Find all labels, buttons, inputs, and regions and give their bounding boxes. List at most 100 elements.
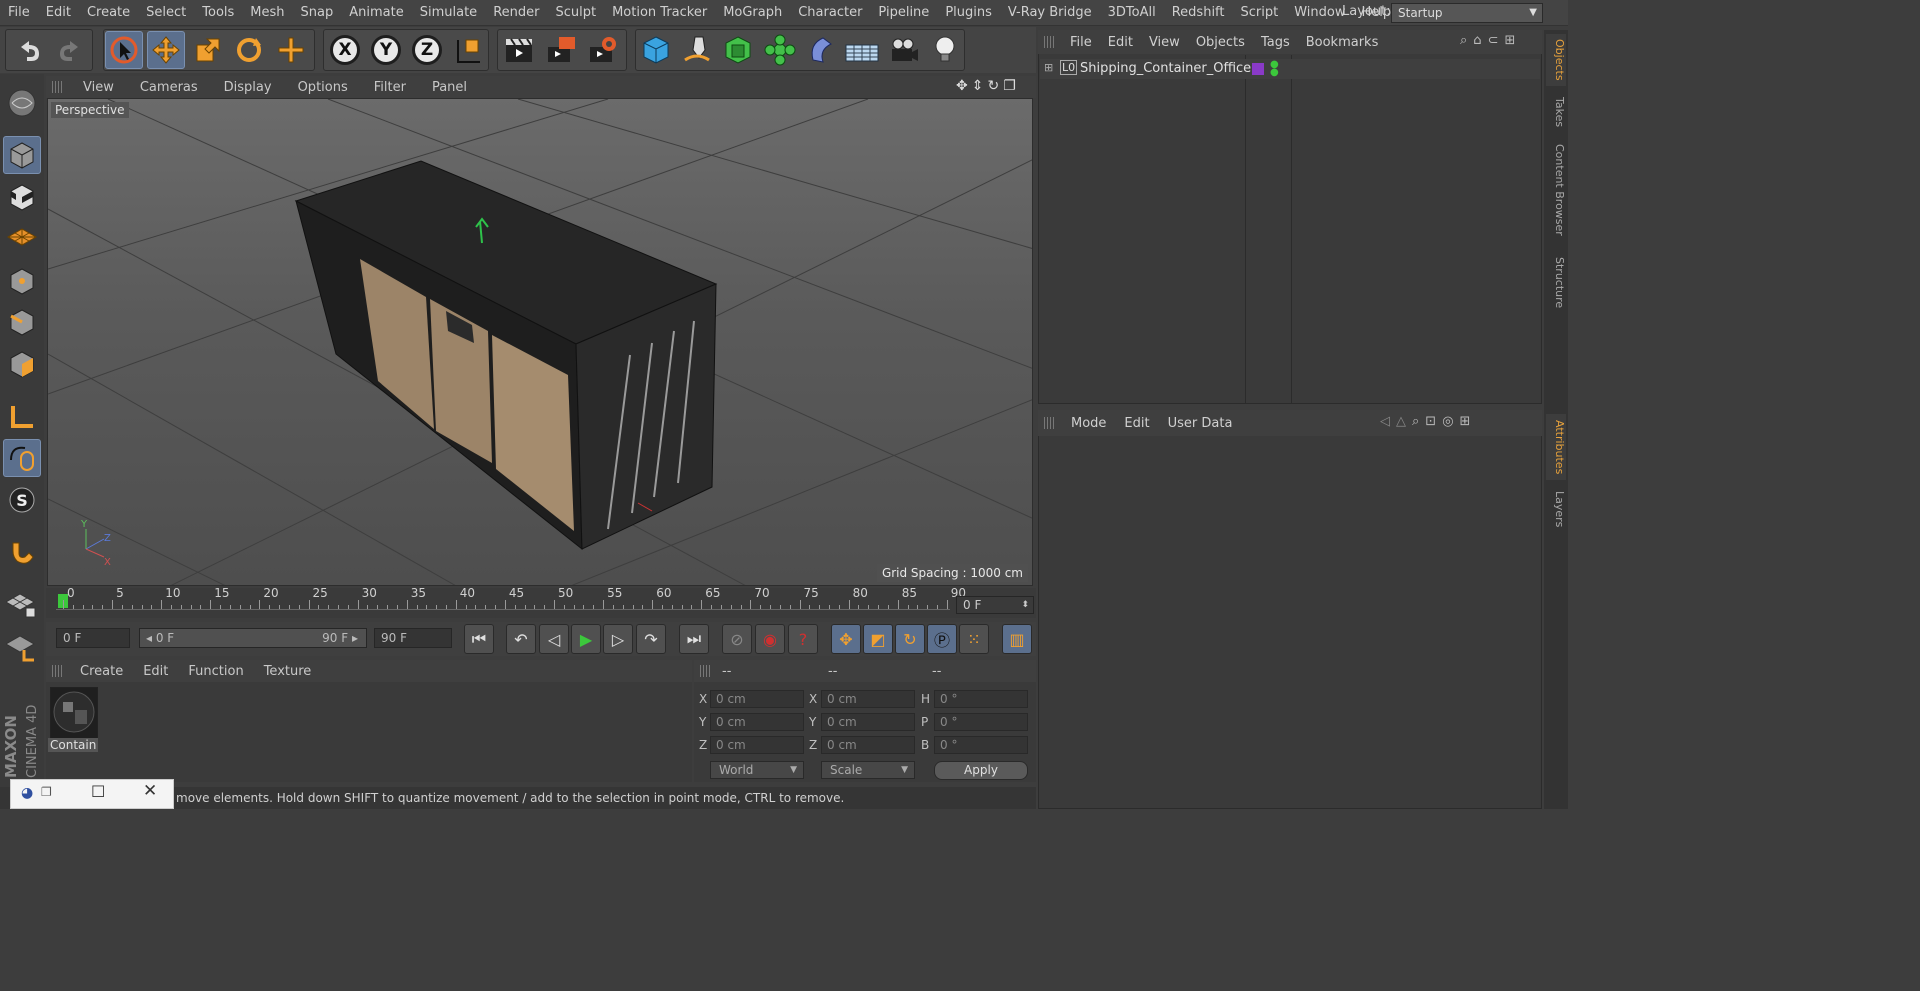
- tab-objects[interactable]: Objects: [1546, 34, 1566, 86]
- menu-3dtoall[interactable]: 3DToAll: [1100, 0, 1164, 26]
- timeline-ruler[interactable]: 0 5 10 15 20 25 30 35 40 45 50 55 60 65 70 75 80 85 90: [46, 586, 1036, 618]
- tab-layers[interactable]: Layers: [1546, 486, 1566, 532]
- shipping-container-model[interactable]: [294, 160, 718, 551]
- keyframe-selection-button[interactable]: ?: [788, 624, 818, 654]
- workplane-lock-button[interactable]: [3, 586, 41, 624]
- record-parameter-button[interactable]: Ⓟ: [927, 624, 957, 654]
- cube-button[interactable]: [637, 31, 675, 69]
- make-editable-button[interactable]: [3, 84, 41, 122]
- objects-menu-file[interactable]: File: [1062, 35, 1100, 50]
- workplane-mode-button[interactable]: [3, 219, 41, 257]
- restore-icon[interactable]: ❐: [41, 785, 52, 799]
- panel-grip-icon[interactable]: [1044, 36, 1054, 48]
- points-mode-button[interactable]: [3, 262, 41, 300]
- previous-frame-button[interactable]: ◁: [539, 624, 569, 654]
- previous-key-button[interactable]: ↶: [506, 624, 536, 654]
- enable-axis-button[interactable]: [3, 398, 41, 436]
- back-arrow-icon[interactable]: ◁: [1380, 414, 1390, 429]
- viewport-menu-options[interactable]: Options: [285, 80, 361, 95]
- y-axis-lock-button[interactable]: Y: [367, 31, 405, 69]
- up-arrow-icon[interactable]: △: [1396, 414, 1406, 429]
- layer-color-swatch[interactable]: [1252, 63, 1264, 75]
- next-frame-button[interactable]: ▷: [603, 624, 633, 654]
- object-name[interactable]: Shipping_Container_Office: [1080, 61, 1251, 76]
- auto-keying-button[interactable]: ◉: [755, 624, 785, 654]
- tab-structure[interactable]: Structure: [1546, 252, 1566, 314]
- start-frame-field[interactable]: 0 F: [56, 628, 130, 648]
- pan-view-icon[interactable]: ✥: [956, 78, 968, 96]
- render-picture-viewer-button[interactable]: [542, 31, 580, 69]
- polygons-mode-button[interactable]: [3, 345, 41, 383]
- menu-plugins[interactable]: Plugins: [937, 0, 1000, 26]
- material-menu-function[interactable]: Function: [178, 664, 253, 679]
- rot-b-field[interactable]: 0 °: [934, 736, 1028, 754]
- render-view-button[interactable]: [500, 31, 538, 69]
- material-thumbnail[interactable]: [50, 687, 98, 739]
- menu-edit[interactable]: Edit: [38, 0, 79, 26]
- viewport-menu-panel[interactable]: Panel: [419, 80, 480, 95]
- panel-grip-icon[interactable]: [52, 81, 62, 93]
- menu-pipeline[interactable]: Pipeline: [870, 0, 937, 26]
- menu-tools[interactable]: Tools: [194, 0, 242, 26]
- frame-range-slider[interactable]: ◂ 0 F 90 F ▸: [139, 628, 367, 648]
- viewport-menu-filter[interactable]: Filter: [361, 80, 419, 95]
- rot-p-field[interactable]: 0 °: [934, 713, 1028, 731]
- panel-grip-icon[interactable]: [1044, 417, 1054, 429]
- z-axis-lock-button[interactable]: Z: [408, 31, 446, 69]
- menu-animate[interactable]: Animate: [341, 0, 411, 26]
- menu-simulate[interactable]: Simulate: [412, 0, 485, 26]
- panel-grip-icon[interactable]: [52, 665, 62, 677]
- end-frame-field[interactable]: 90 F: [374, 628, 452, 648]
- home-icon[interactable]: ⌂: [1473, 33, 1481, 48]
- attributes-menu-edit[interactable]: Edit: [1115, 416, 1158, 431]
- coordinate-mode-select[interactable]: World ▼: [710, 761, 804, 779]
- render-settings-button[interactable]: [584, 31, 622, 69]
- material-menu-edit[interactable]: Edit: [133, 664, 178, 679]
- solo-button[interactable]: S: [3, 481, 41, 519]
- rotate-tool-button[interactable]: [230, 31, 268, 69]
- pos-y-field[interactable]: 0 cm: [710, 713, 804, 731]
- cloner-button[interactable]: [761, 31, 799, 69]
- record-scale-button[interactable]: ◩: [863, 624, 893, 654]
- menu-redshift[interactable]: Redshift: [1164, 0, 1233, 26]
- tab-takes[interactable]: Takes: [1546, 92, 1566, 132]
- menu-render[interactable]: Render: [485, 0, 547, 26]
- tab-content-browser[interactable]: Content Browser: [1546, 140, 1566, 240]
- search-icon[interactable]: ⌕: [1460, 33, 1467, 48]
- target-icon[interactable]: ◎: [1442, 414, 1453, 429]
- layout-select[interactable]: Startup ▼: [1391, 3, 1543, 23]
- floor-button[interactable]: [843, 31, 881, 69]
- objects-menu-bookmarks[interactable]: Bookmarks: [1298, 35, 1387, 50]
- pos-z-field[interactable]: 0 cm: [710, 736, 804, 754]
- object-row[interactable]: ⊞ L0 Shipping_Container_Office ● ●: [1040, 59, 1540, 79]
- viewport-menu-cameras[interactable]: Cameras: [127, 80, 211, 95]
- expand-icon[interactable]: ⊞: [1044, 61, 1053, 74]
- subdivision-surface-button[interactable]: [719, 31, 757, 69]
- link-icon[interactable]: ⊂: [1488, 33, 1499, 48]
- coordinate-system-button[interactable]: [449, 31, 487, 69]
- new-panel-icon[interactable]: ⊞: [1460, 414, 1471, 429]
- lock-icon[interactable]: ⊡: [1425, 414, 1436, 429]
- play-button[interactable]: ▶: [571, 624, 601, 654]
- planar-workplane-button[interactable]: [3, 628, 41, 666]
- menu-character[interactable]: Character: [790, 0, 870, 26]
- visibility-dots-icon[interactable]: ● ●: [1270, 60, 1279, 78]
- next-key-button[interactable]: ↷: [636, 624, 666, 654]
- attributes-menu-user-data[interactable]: User Data: [1159, 416, 1242, 431]
- objects-menu-tags[interactable]: Tags: [1253, 35, 1298, 50]
- live-selection-button[interactable]: [105, 31, 143, 69]
- go-to-end-button[interactable]: ⏭: [679, 624, 709, 654]
- size-x-field[interactable]: 0 cm: [821, 690, 915, 708]
- last-tool-button[interactable]: [272, 31, 310, 69]
- viewport-menu-display[interactable]: Display: [211, 80, 285, 95]
- close-icon[interactable]: ✕: [143, 781, 157, 801]
- maximize-view-icon[interactable]: ❐: [1003, 78, 1016, 96]
- record-active-button[interactable]: ⊘: [722, 624, 752, 654]
- perspective-viewport[interactable]: Y Z X Perspective Grid Spacing : 1000 cm: [47, 98, 1033, 586]
- menu-create[interactable]: Create: [79, 0, 138, 26]
- undo-button[interactable]: [10, 31, 48, 69]
- camera-button[interactable]: [885, 31, 923, 69]
- app-icon[interactable]: ◕: [21, 785, 33, 801]
- timeline-window-button[interactable]: ▥: [1002, 624, 1032, 654]
- move-tool-button[interactable]: [147, 31, 185, 69]
